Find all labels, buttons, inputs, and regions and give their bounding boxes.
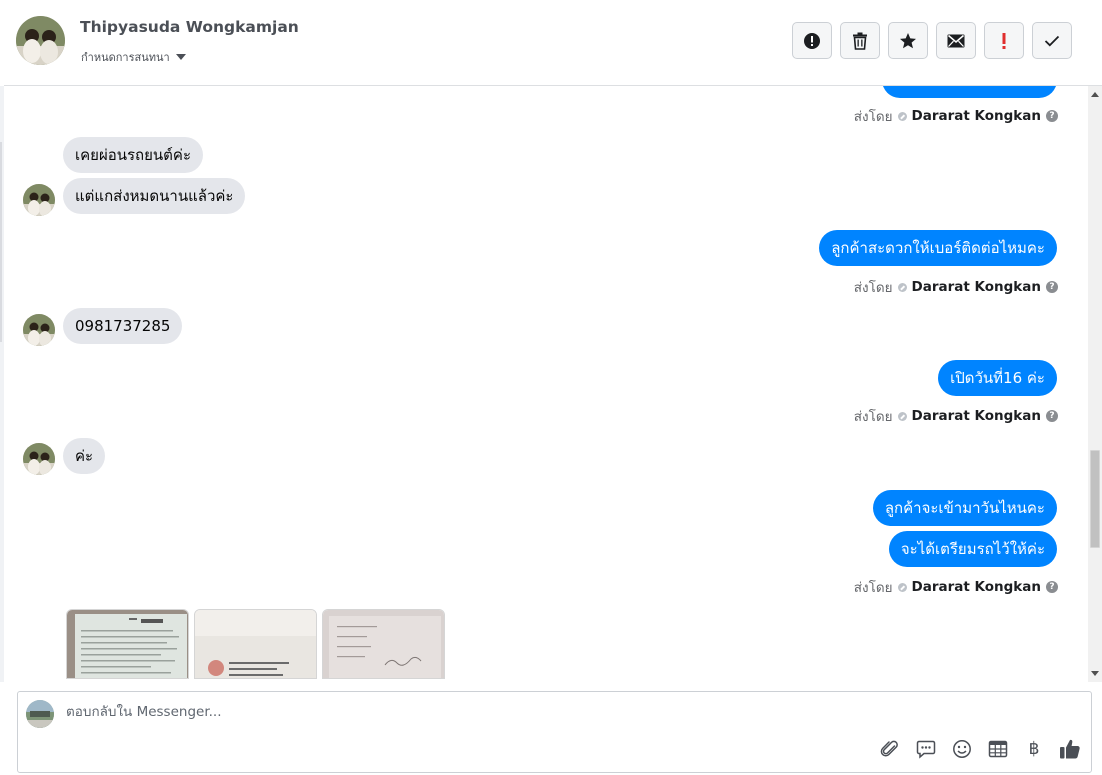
contact-avatar-small (23, 443, 55, 475)
verified-icon (897, 282, 907, 292)
reply-composer: ฿ (17, 691, 1092, 773)
page-avatar (26, 700, 54, 728)
message-bubble-outgoing: ลูกค้าจะเข้ามาวันไหนคะ (872, 490, 1057, 526)
emoji-icon (953, 740, 971, 758)
message-bubble-outgoing: จะได้เตรียมรถไว้ให้ค่ะ (888, 531, 1057, 567)
saved-replies-button[interactable] (915, 738, 937, 760)
attachment-image[interactable] (194, 609, 317, 679)
attach-file-button[interactable] (879, 738, 901, 760)
chat-bubble-icon (916, 740, 936, 759)
sent-by-agent[interactable]: Dararat Kongkan (912, 108, 1041, 124)
help-icon[interactable]: ? (1046, 110, 1058, 122)
conversation-schedule-label: กำหนดการสนทนา (81, 51, 170, 64)
help-icon[interactable]: ? (1046, 281, 1058, 293)
message-bubble-incoming: ค่ะ (63, 438, 106, 474)
caret-down-icon (175, 54, 186, 60)
emoji-button[interactable] (951, 738, 973, 760)
check-icon (1044, 35, 1060, 46)
paperclip-icon (880, 740, 898, 757)
sent-by-agent[interactable]: Dararat Kongkan (912, 279, 1041, 295)
appointment-table-button[interactable] (987, 738, 1009, 760)
sent-by-agent[interactable]: Dararat Kongkan (912, 408, 1041, 424)
help-icon[interactable]: ? (1046, 410, 1058, 422)
mark-spam-button[interactable] (984, 22, 1024, 59)
like-button[interactable] (1059, 738, 1081, 760)
baht-icon: ฿ (1028, 739, 1040, 759)
scroll-down-arrow-icon[interactable] (1091, 671, 1099, 676)
star-icon (900, 32, 916, 48)
message-thread[interactable]: ส่งโดย Dararat Kongkan ? เคยผ่อนรถยนต์ค่… (4, 86, 1088, 682)
sent-by-agent[interactable]: Dararat Kongkan (912, 579, 1041, 595)
scroll-up-arrow-icon[interactable] (1091, 92, 1099, 97)
message-bubble-outgoing: ลูกค้าสะดวกให้เบอร์ติดต่อไหมคะ (819, 230, 1057, 266)
message-bubble-incoming: เคยผ่อนรถยนต์ค่ะ (63, 137, 204, 173)
scrollbar-thumb[interactable] (1090, 450, 1100, 548)
message-bubble-outgoing: เปิดวันที่16 ค่ะ (938, 360, 1057, 396)
payment-button[interactable]: ฿ (1023, 738, 1045, 760)
attachment-image[interactable] (322, 609, 445, 679)
messenger-inbox: Thipyasuda Wongkamjan กำหนดการสนทนา ส่งโ… (0, 0, 1102, 775)
conversation-schedule-dropdown[interactable]: กำหนดการสนทนา (81, 48, 186, 66)
mark-unread-button[interactable] (936, 22, 976, 59)
trash-icon (853, 32, 867, 50)
sent-by-label: ส่งโดย Dararat Kongkan ? (854, 576, 1058, 598)
help-icon[interactable]: ? (1046, 581, 1058, 593)
contact-name[interactable]: Thipyasuda Wongkamjan (80, 18, 299, 36)
spam-exclamation-icon (1002, 32, 1006, 49)
sent-by-label: ส่งโดย Dararat Kongkan ? (854, 276, 1058, 298)
message-bubble-incoming: แต่แกส่งหมดนานแล้วค่ะ (63, 178, 246, 214)
reply-input[interactable] (66, 704, 966, 720)
contact-avatar-small (23, 314, 55, 346)
conversation-header: Thipyasuda Wongkamjan กำหนดการสนทนา (4, 0, 1102, 86)
delete-button[interactable] (840, 22, 880, 59)
message-bubble-incoming: 0981737285 (63, 308, 183, 344)
envelope-icon (947, 34, 965, 47)
sent-by-label: ส่งโดย Dararat Kongkan ? (854, 105, 1058, 127)
star-button[interactable] (888, 22, 928, 59)
table-icon (988, 740, 1008, 758)
exclamation-circle-icon (804, 32, 820, 49)
header-actions (792, 22, 1072, 59)
composer-tools: ฿ (879, 738, 1081, 760)
mark-done-button[interactable] (1032, 22, 1072, 59)
verified-icon (897, 411, 907, 421)
thumbs-up-icon (1060, 739, 1080, 759)
contact-avatar-small (23, 184, 55, 216)
attachment-image[interactable] (66, 609, 189, 679)
image-attachments (66, 609, 445, 679)
mark-important-button[interactable] (792, 22, 832, 59)
thread-scrollbar[interactable] (1088, 86, 1102, 682)
sent-by-label: ส่งโดย Dararat Kongkan ? (854, 405, 1058, 427)
message-bubble-outgoing (882, 86, 1057, 98)
verified-icon (897, 582, 907, 592)
contact-avatar[interactable] (16, 16, 65, 65)
verified-icon (897, 111, 907, 121)
